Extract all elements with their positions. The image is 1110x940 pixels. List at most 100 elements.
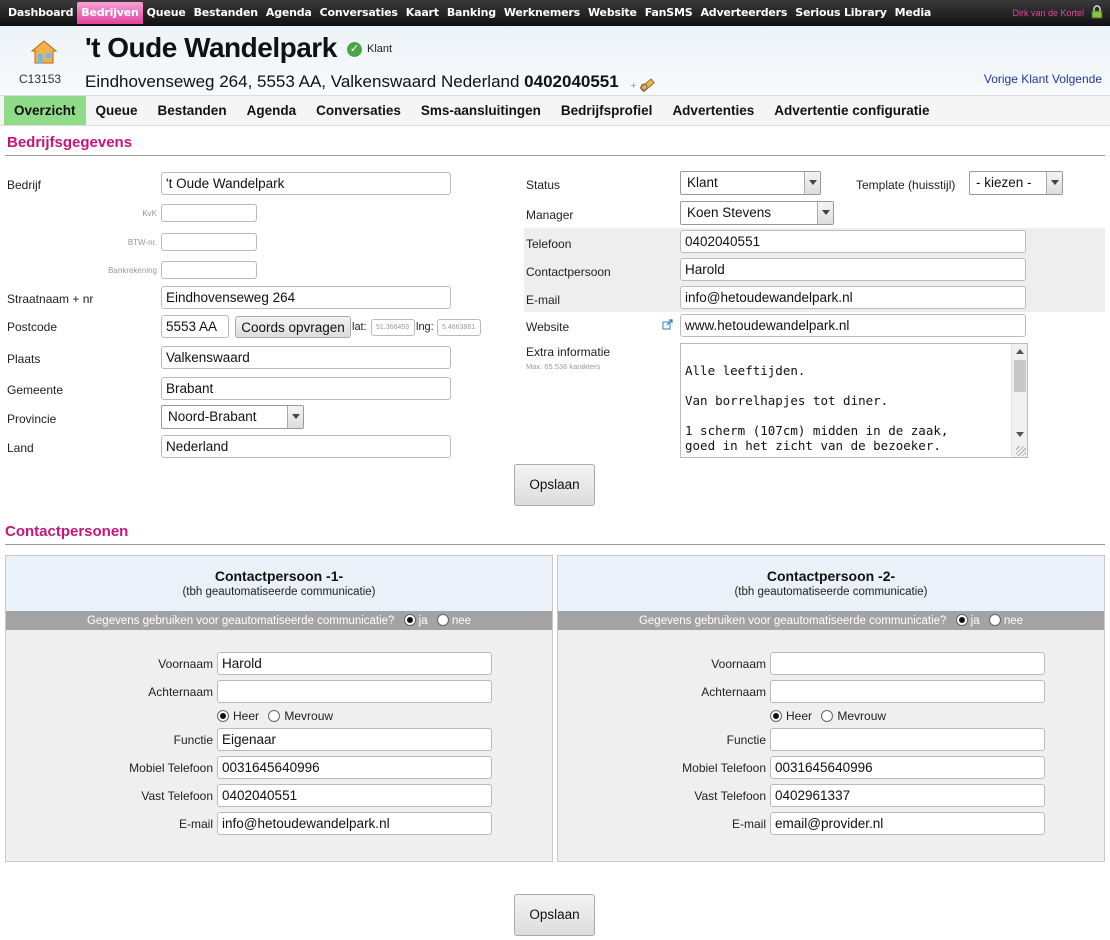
contact-subtitle: (tbh geautomatiseerde communicatie) <box>182 586 376 598</box>
land-input[interactable]: Nederland <box>161 435 451 458</box>
radio-heer-label: Heer <box>233 709 260 723</box>
land-label: Land <box>7 441 34 455</box>
sub-tabs: Overzicht Queue Bestanden Agenda Convers… <box>0 96 1110 126</box>
email-label: E-mail <box>526 293 561 307</box>
status-select[interactable]: Klant <box>680 171 821 195</box>
gemeente-input[interactable]: Brabant <box>161 377 451 400</box>
functie-label: Functie <box>726 733 766 747</box>
scrollbar[interactable] <box>1011 344 1027 457</box>
topnav-werknemers[interactable]: Werknemers <box>500 2 584 24</box>
tab-advertentie-configuratie[interactable]: Advertentie configuratie <box>764 96 939 125</box>
user-name[interactable]: Dirk van de Kortel <box>1012 8 1084 18</box>
company-id: C13153 <box>19 72 62 86</box>
topnav-adverteerders[interactable]: Adverteerders <box>696 2 791 24</box>
btw-input[interactable] <box>161 233 257 251</box>
tab-agenda[interactable]: Agenda <box>237 96 307 125</box>
voornaam-input[interactable] <box>770 652 1045 675</box>
vast-input[interactable]: 0402961337 <box>770 784 1045 807</box>
contactpersoon-input[interactable]: Harold <box>680 258 1026 281</box>
postcode-input[interactable]: 5553 AA <box>161 315 229 338</box>
voornaam-label: Voornaam <box>711 657 766 671</box>
tab-overzicht[interactable]: Overzicht <box>4 96 86 125</box>
bankrekening-input[interactable] <box>161 261 257 279</box>
functie-input[interactable]: Eigenaar <box>217 728 492 751</box>
topnav-queue[interactable]: Queue <box>143 2 190 24</box>
status-badge: Klant <box>367 43 393 55</box>
radio-mevrouw[interactable] <box>821 710 834 722</box>
gender-group: Heer Mevrouw <box>217 709 333 723</box>
topnav-website[interactable]: Website <box>584 2 641 24</box>
topnav-bedrijven[interactable]: Bedrijven <box>77 2 143 24</box>
lat-input[interactable]: 51.366459 <box>371 319 415 336</box>
coords-button[interactable]: Coords opvragen <box>235 316 351 338</box>
scroll-thumb[interactable] <box>1014 360 1026 392</box>
external-link-icon[interactable] <box>662 319 673 330</box>
mobiel-input[interactable]: 0031645640996 <box>770 756 1045 779</box>
tab-queue[interactable]: Queue <box>86 96 148 125</box>
topnav-dashboard[interactable]: Dashboard <box>4 2 77 24</box>
scroll-down-icon[interactable] <box>1016 432 1024 437</box>
topnav-bestanden[interactable]: Bestanden <box>190 2 262 24</box>
status-label: Status <box>526 178 561 192</box>
email-input[interactable]: info@hetoudewandelpark.nl <box>680 286 1026 309</box>
email-input[interactable]: email@provider.nl <box>770 812 1045 835</box>
achternaam-label: Achternaam <box>701 685 766 699</box>
voornaam-label: Voornaam <box>158 657 213 671</box>
extra-info-textarea[interactable]: Alle leeftijden. Van borrelhapjes tot di… <box>680 343 1028 458</box>
topnav-kaart[interactable]: Kaart <box>402 2 443 24</box>
extra-info-label: Extra informatie <box>526 345 611 359</box>
topnav-media[interactable]: Media <box>891 2 935 24</box>
topnav-serious-library[interactable]: Serious Library <box>791 2 890 24</box>
tab-sms-aansluitingen[interactable]: Sms-aansluitingen <box>411 96 551 125</box>
company-header: C13153 't Oude Wandelpark ✓ Klant Eindho… <box>0 26 1110 96</box>
scroll-up-icon[interactable] <box>1016 349 1024 354</box>
extra-info-text: Alle leeftijden. Van borrelhapjes tot di… <box>685 363 949 453</box>
email-input[interactable]: info@hetoudewandelpark.nl <box>217 812 492 835</box>
lock-icon[interactable] <box>1090 5 1104 19</box>
edit-icon[interactable]: + <box>630 74 658 92</box>
btw-label: BTW-nr. <box>127 238 157 247</box>
email-label: E-mail <box>178 817 213 831</box>
template-label: Template (huisstijl) <box>856 178 956 192</box>
topnav-fansms[interactable]: FanSMS <box>641 2 697 24</box>
voornaam-input[interactable]: Harold <box>217 652 492 675</box>
bedrijf-input[interactable]: 't Oude Wandelpark <box>161 172 451 195</box>
next-client-link[interactable]: Volgende <box>1052 72 1102 86</box>
tab-bedrijfsprofiel[interactable]: Bedrijfsprofiel <box>551 96 663 125</box>
radio-nee[interactable] <box>436 614 449 626</box>
radio-nee[interactable] <box>988 614 1001 626</box>
radio-mevrouw[interactable] <box>268 710 281 722</box>
topnav-agenda[interactable]: Agenda <box>262 2 316 24</box>
topnav-banking[interactable]: Banking <box>443 2 500 24</box>
tab-bestanden[interactable]: Bestanden <box>148 96 237 125</box>
top-navigation: Dashboard Bedrijven Queue Bestanden Agen… <box>0 0 1110 26</box>
manager-select[interactable]: Koen Stevens <box>680 201 834 225</box>
radio-heer[interactable] <box>770 710 782 722</box>
lng-input[interactable]: 5.4663881 <box>437 319 481 336</box>
telefoon-input[interactable]: 0402040551 <box>680 230 1026 253</box>
achternaam-input[interactable] <box>217 680 492 703</box>
prev-client-link[interactable]: Vorige Klant <box>984 72 1049 86</box>
svg-text:+: + <box>630 81 637 90</box>
tab-advertenties[interactable]: Advertenties <box>662 96 764 125</box>
save-contacts-button[interactable]: Opslaan <box>514 894 595 936</box>
achternaam-input[interactable] <box>770 680 1045 703</box>
kvk-input[interactable] <box>161 204 257 222</box>
radio-ja[interactable] <box>403 614 416 626</box>
tab-conversaties[interactable]: Conversaties <box>306 96 411 125</box>
radio-heer[interactable] <box>217 710 229 722</box>
template-select[interactable]: - kiezen - <box>969 171 1063 195</box>
plaats-input[interactable]: Valkenswaard <box>161 346 451 369</box>
save-button[interactable]: Opslaan <box>514 464 595 506</box>
provincie-select[interactable]: Noord-Brabant <box>161 405 304 429</box>
functie-input[interactable] <box>770 728 1045 751</box>
resize-handle-icon[interactable] <box>1016 446 1026 456</box>
vast-input[interactable]: 0402040551 <box>217 784 492 807</box>
straatnaam-input[interactable]: Eindhovenseweg 264 <box>161 286 451 309</box>
website-input[interactable]: www.hetoudewandelpark.nl <box>680 314 1026 337</box>
topnav-conversaties[interactable]: Conversaties <box>316 2 402 24</box>
mobiel-input[interactable]: 0031645640996 <box>217 756 492 779</box>
telefoon-label: Telefoon <box>526 237 572 251</box>
chevron-down-icon <box>817 202 833 224</box>
radio-ja[interactable] <box>955 614 968 626</box>
